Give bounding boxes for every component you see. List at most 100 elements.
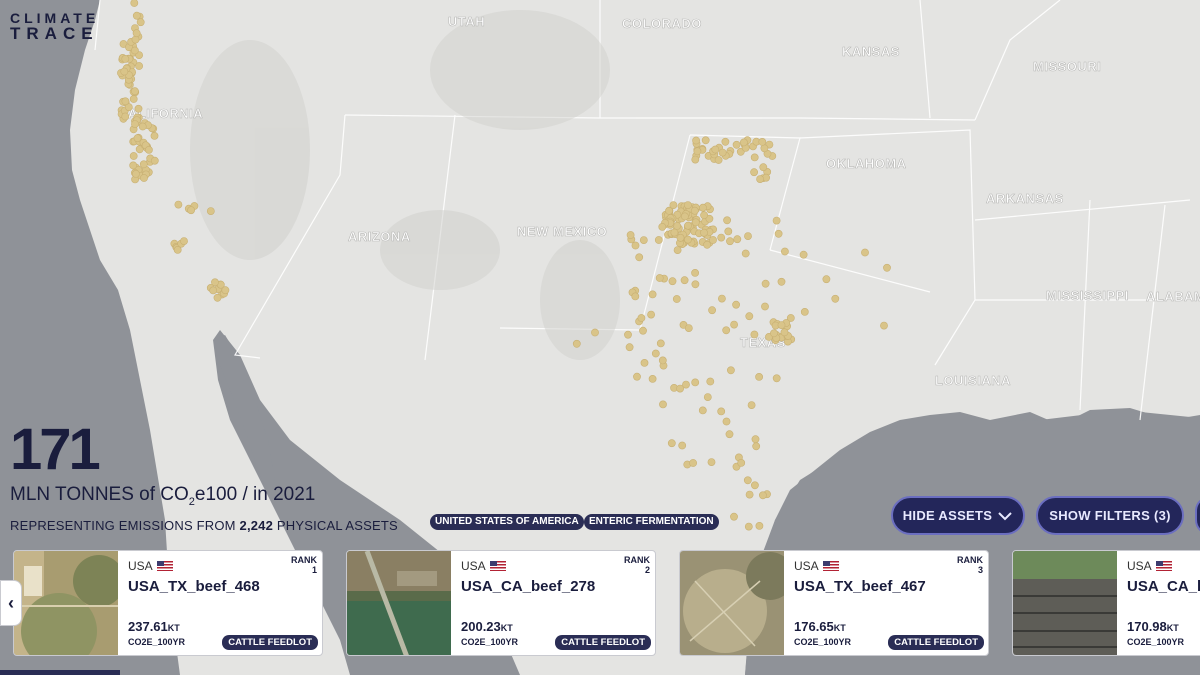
asset-dot[interactable]: [648, 290, 657, 299]
asset-dot[interactable]: [206, 207, 215, 215]
asset-dot[interactable]: [132, 11, 141, 20]
asset-dot[interactable]: [130, 46, 139, 55]
asset-dot[interactable]: [737, 458, 746, 467]
asset-dot[interactable]: [673, 221, 681, 230]
asset-dot[interactable]: [717, 407, 726, 416]
asset-dot[interactable]: [689, 459, 697, 467]
asset-dot[interactable]: [134, 104, 143, 113]
asset-dot[interactable]: [691, 280, 700, 289]
asset-dot[interactable]: [684, 235, 692, 244]
asset-dot[interactable]: [724, 227, 733, 236]
asset-dot[interactable]: [751, 435, 760, 444]
asset-dot[interactable]: [759, 163, 768, 172]
asset-dot[interactable]: [140, 174, 148, 182]
asset-dot[interactable]: [706, 377, 715, 386]
asset-dot[interactable]: [121, 97, 130, 106]
asset-dot[interactable]: [755, 522, 764, 530]
asset-dot[interactable]: [133, 134, 142, 143]
asset-dot[interactable]: [150, 131, 159, 140]
asset-dot[interactable]: [883, 263, 891, 272]
asset-dot[interactable]: [733, 235, 742, 244]
asset-dot[interactable]: [756, 175, 764, 183]
asset-card[interactable]: USA USA_TX_beef_468 RANK 1 237.61KT CO2E_…: [13, 550, 323, 656]
asset-dot[interactable]: [717, 233, 726, 242]
asset-dot[interactable]: [726, 237, 734, 246]
asset-dot[interactable]: [718, 148, 727, 157]
asset-dot[interactable]: [723, 216, 731, 225]
asset-dot[interactable]: [690, 206, 699, 215]
asset-dot[interactable]: [625, 343, 634, 352]
asset-dot[interactable]: [658, 356, 667, 365]
asset-dot[interactable]: [693, 147, 702, 156]
asset-dot[interactable]: [744, 232, 752, 240]
asset-dot[interactable]: [741, 249, 750, 258]
asset-dot[interactable]: [718, 294, 726, 303]
asset-dot[interactable]: [761, 302, 769, 311]
hide-assets-button[interactable]: HIDE ASSETS: [891, 496, 1025, 535]
asset-dot[interactable]: [751, 481, 759, 490]
asset-dot[interactable]: [743, 476, 752, 485]
asset-dot[interactable]: [691, 268, 699, 277]
asset-dot[interactable]: [631, 292, 640, 301]
asset-dot[interactable]: [670, 228, 679, 237]
asset-dot[interactable]: [667, 439, 676, 448]
asset-dot[interactable]: [131, 169, 140, 178]
asset-dot[interactable]: [691, 378, 700, 387]
asset-dot[interactable]: [732, 300, 740, 309]
asset-dot[interactable]: [800, 307, 809, 316]
asset-dot[interactable]: [744, 522, 753, 531]
asset-dot[interactable]: [750, 168, 758, 177]
asset-card[interactable]: USA USA_CA_beef 170.98KT CO2E_100YR: [1012, 550, 1200, 656]
filter-pill-sector[interactable]: ENTERIC FERMENTATION: [584, 514, 719, 530]
asset-dot[interactable]: [678, 441, 687, 450]
asset-dot[interactable]: [707, 458, 716, 466]
climate-trace-logo[interactable]: CLIMATE TRACE: [10, 10, 99, 42]
asset-dot[interactable]: [654, 236, 663, 244]
asset-dot[interactable]: [760, 144, 769, 153]
asset-dot[interactable]: [681, 212, 689, 221]
asset-dot[interactable]: [692, 136, 700, 145]
asset-dot[interactable]: [680, 276, 689, 285]
asset-dot[interactable]: [780, 328, 789, 337]
asset-dot[interactable]: [727, 366, 735, 375]
asset-dot[interactable]: [144, 145, 153, 154]
asset-dot[interactable]: [121, 112, 130, 121]
asset-dot[interactable]: [684, 201, 692, 209]
asset-dot[interactable]: [774, 229, 783, 238]
asset-dot[interactable]: [721, 137, 730, 146]
asset-dot[interactable]: [701, 136, 710, 145]
asset-dot[interactable]: [711, 145, 720, 154]
asset-dot[interactable]: [221, 286, 230, 295]
asset-dot[interactable]: [691, 155, 700, 164]
asset-dot[interactable]: [640, 358, 649, 367]
asset-dot[interactable]: [129, 152, 138, 160]
asset-dot[interactable]: [781, 247, 789, 256]
asset-dot[interactable]: [591, 328, 599, 337]
asset-dot[interactable]: [132, 29, 141, 38]
asset-dot[interactable]: [658, 222, 667, 231]
asset-dot[interactable]: [626, 231, 635, 239]
asset-dot[interactable]: [130, 0, 139, 7]
asset-dot[interactable]: [180, 237, 188, 245]
asset-dot[interactable]: [772, 216, 781, 225]
asset-dot[interactable]: [699, 203, 707, 212]
asset-dot[interactable]: [755, 372, 763, 381]
asset-dot[interactable]: [131, 35, 140, 44]
asset-dot[interactable]: [777, 277, 786, 286]
asset-dot[interactable]: [698, 406, 707, 415]
asset-dot[interactable]: [799, 250, 808, 259]
asset-dot[interactable]: [772, 374, 781, 383]
asset-dot[interactable]: [691, 218, 700, 227]
asset-dot[interactable]: [745, 490, 754, 499]
asset-dot[interactable]: [648, 374, 657, 383]
asset-dot[interactable]: [714, 156, 723, 164]
asset-dot[interactable]: [732, 140, 741, 149]
asset-dot[interactable]: [777, 321, 786, 329]
asset-dot[interactable]: [759, 491, 767, 500]
asset-dot[interactable]: [647, 310, 655, 319]
asset-dot[interactable]: [861, 248, 869, 257]
asset-dot[interactable]: [121, 55, 130, 63]
asset-dot[interactable]: [150, 156, 159, 165]
asset-dot[interactable]: [831, 294, 840, 303]
asset-dot[interactable]: [684, 221, 692, 230]
